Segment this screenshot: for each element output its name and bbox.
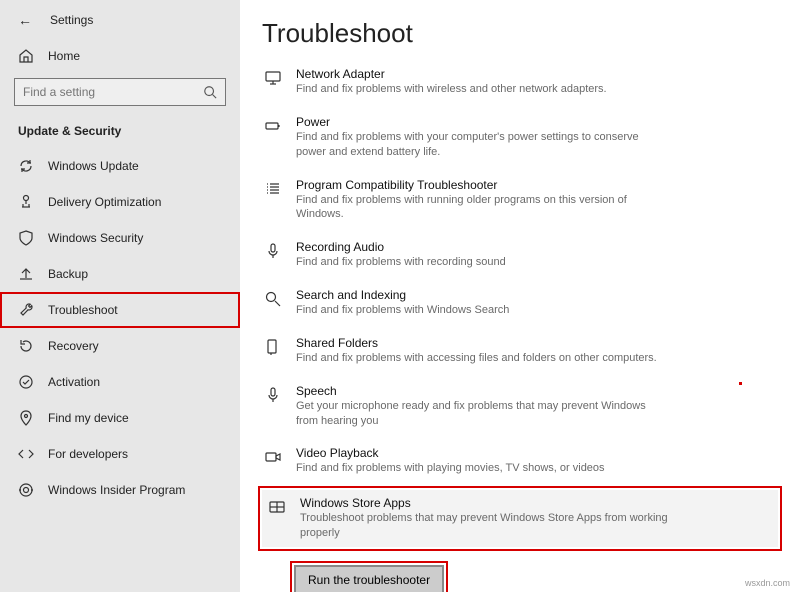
page-title: Troubleshoot <box>262 18 778 49</box>
wrench-icon <box>18 302 34 318</box>
compat-icon <box>264 180 282 198</box>
item-body: Windows Store Apps Troubleshoot problems… <box>300 496 772 541</box>
nav-backup[interactable]: Backup <box>0 256 240 292</box>
search-input[interactable] <box>23 85 188 99</box>
nav-windows-insider[interactable]: Windows Insider Program <box>0 472 240 508</box>
delivery-icon <box>18 194 34 210</box>
search-index-icon <box>264 290 282 308</box>
item-desc: Find and fix problems with wireless and … <box>296 82 666 97</box>
nav-find-my-device[interactable]: Find my device <box>0 400 240 436</box>
item-search-indexing[interactable]: Search and Indexing Find and fix problem… <box>262 284 778 322</box>
item-body: Program Compatibility Troubleshooter Fin… <box>296 178 776 223</box>
item-body: Power Find and fix problems with your co… <box>296 115 776 160</box>
item-desc: Find and fix problems with accessing fil… <box>296 351 666 366</box>
item-title: Shared Folders <box>296 336 776 350</box>
nav-label: Windows Update <box>48 159 139 173</box>
item-video-playback[interactable]: Video Playback Find and fix problems wit… <box>262 442 778 480</box>
item-desc: Troubleshoot problems that may prevent W… <box>300 511 670 541</box>
nav-windows-update[interactable]: Windows Update <box>0 148 240 184</box>
back-arrow-icon[interactable]: ← <box>18 12 32 28</box>
item-title: Windows Store Apps <box>300 496 772 510</box>
nav-label: For developers <box>48 447 128 461</box>
search-wrap <box>0 74 240 116</box>
settings-label: Settings <box>50 13 93 27</box>
folder-icon <box>264 338 282 356</box>
sidebar: ← Settings Home Update & Security Window… <box>0 0 240 592</box>
main-panel: Troubleshoot Network Adapter Find and fi… <box>240 0 800 592</box>
item-desc: Find and fix problems with playing movie… <box>296 461 666 476</box>
item-title: Recording Audio <box>296 240 776 254</box>
item-body: Network Adapter Find and fix problems wi… <box>296 67 776 97</box>
run-wrap: Run the troubleshooter <box>294 565 778 592</box>
nav-activation[interactable]: Activation <box>0 364 240 400</box>
location-icon <box>18 410 34 426</box>
item-body: Recording Audio Find and fix problems wi… <box>296 240 776 270</box>
nav-list: Windows Update Delivery Optimization Win… <box>0 148 240 508</box>
speech-icon <box>264 386 282 404</box>
nav-label: Activation <box>48 375 100 389</box>
item-desc: Find and fix problems with Windows Searc… <box>296 303 666 318</box>
item-desc: Find and fix problems with running older… <box>296 193 666 223</box>
power-icon <box>264 117 282 135</box>
item-power[interactable]: Power Find and fix problems with your co… <box>262 111 778 164</box>
watermark: wsxdn.com <box>745 578 790 588</box>
item-network-adapter[interactable]: Network Adapter Find and fix problems wi… <box>262 63 778 101</box>
item-body: Shared Folders Find and fix problems wit… <box>296 336 776 366</box>
item-title: Power <box>296 115 776 129</box>
nav-troubleshoot[interactable]: Troubleshoot <box>0 292 240 328</box>
activation-icon <box>18 374 34 390</box>
item-desc: Find and fix problems with your computer… <box>296 130 666 160</box>
store-icon <box>268 498 286 516</box>
nav-windows-security[interactable]: Windows Security <box>0 220 240 256</box>
nav-label: Recovery <box>48 339 99 353</box>
item-body: Speech Get your microphone ready and fix… <box>296 384 776 429</box>
nav-label: Troubleshoot <box>48 303 118 317</box>
insider-icon <box>18 482 34 498</box>
backup-icon <box>18 266 34 282</box>
nav-label: Backup <box>48 267 88 281</box>
item-program-compat[interactable]: Program Compatibility Troubleshooter Fin… <box>262 174 778 227</box>
run-troubleshooter-button[interactable]: Run the troubleshooter <box>294 565 444 592</box>
developer-icon <box>18 446 34 462</box>
item-shared-folders[interactable]: Shared Folders Find and fix problems wit… <box>262 332 778 370</box>
search-icon <box>203 85 217 99</box>
sync-icon <box>18 158 34 174</box>
network-icon <box>264 69 282 87</box>
item-title: Search and Indexing <box>296 288 776 302</box>
video-icon <box>264 448 282 466</box>
troubleshooter-list: Network Adapter Find and fix problems wi… <box>262 63 778 592</box>
recovery-icon <box>18 338 34 354</box>
item-body: Search and Indexing Find and fix problem… <box>296 288 776 318</box>
shield-icon <box>18 230 34 246</box>
item-title: Program Compatibility Troubleshooter <box>296 178 776 192</box>
home-label: Home <box>48 49 80 63</box>
item-desc: Find and fix problems with recording sou… <box>296 255 666 270</box>
nav-delivery-optimization[interactable]: Delivery Optimization <box>0 184 240 220</box>
item-title: Video Playback <box>296 446 776 460</box>
item-body: Video Playback Find and fix problems wit… <box>296 446 776 476</box>
nav-label: Windows Insider Program <box>48 483 185 497</box>
mic-icon <box>264 242 282 260</box>
search-box[interactable] <box>14 78 226 106</box>
nav-recovery[interactable]: Recovery <box>0 328 240 364</box>
nav-label: Delivery Optimization <box>48 195 161 209</box>
item-title: Speech <box>296 384 776 398</box>
settings-header: ← Settings <box>0 6 240 38</box>
red-dot-annotation <box>739 382 742 385</box>
item-recording-audio[interactable]: Recording Audio Find and fix problems wi… <box>262 236 778 274</box>
section-heading: Update & Security <box>0 116 240 148</box>
home-icon <box>18 48 34 64</box>
nav-for-developers[interactable]: For developers <box>0 436 240 472</box>
item-windows-store-apps[interactable]: Windows Store Apps Troubleshoot problems… <box>262 490 778 547</box>
item-title: Network Adapter <box>296 67 776 81</box>
nav-label: Find my device <box>48 411 129 425</box>
nav-label: Windows Security <box>48 231 143 245</box>
item-speech[interactable]: Speech Get your microphone ready and fix… <box>262 380 778 433</box>
home-nav[interactable]: Home <box>0 38 240 74</box>
item-desc: Get your microphone ready and fix proble… <box>296 399 666 429</box>
